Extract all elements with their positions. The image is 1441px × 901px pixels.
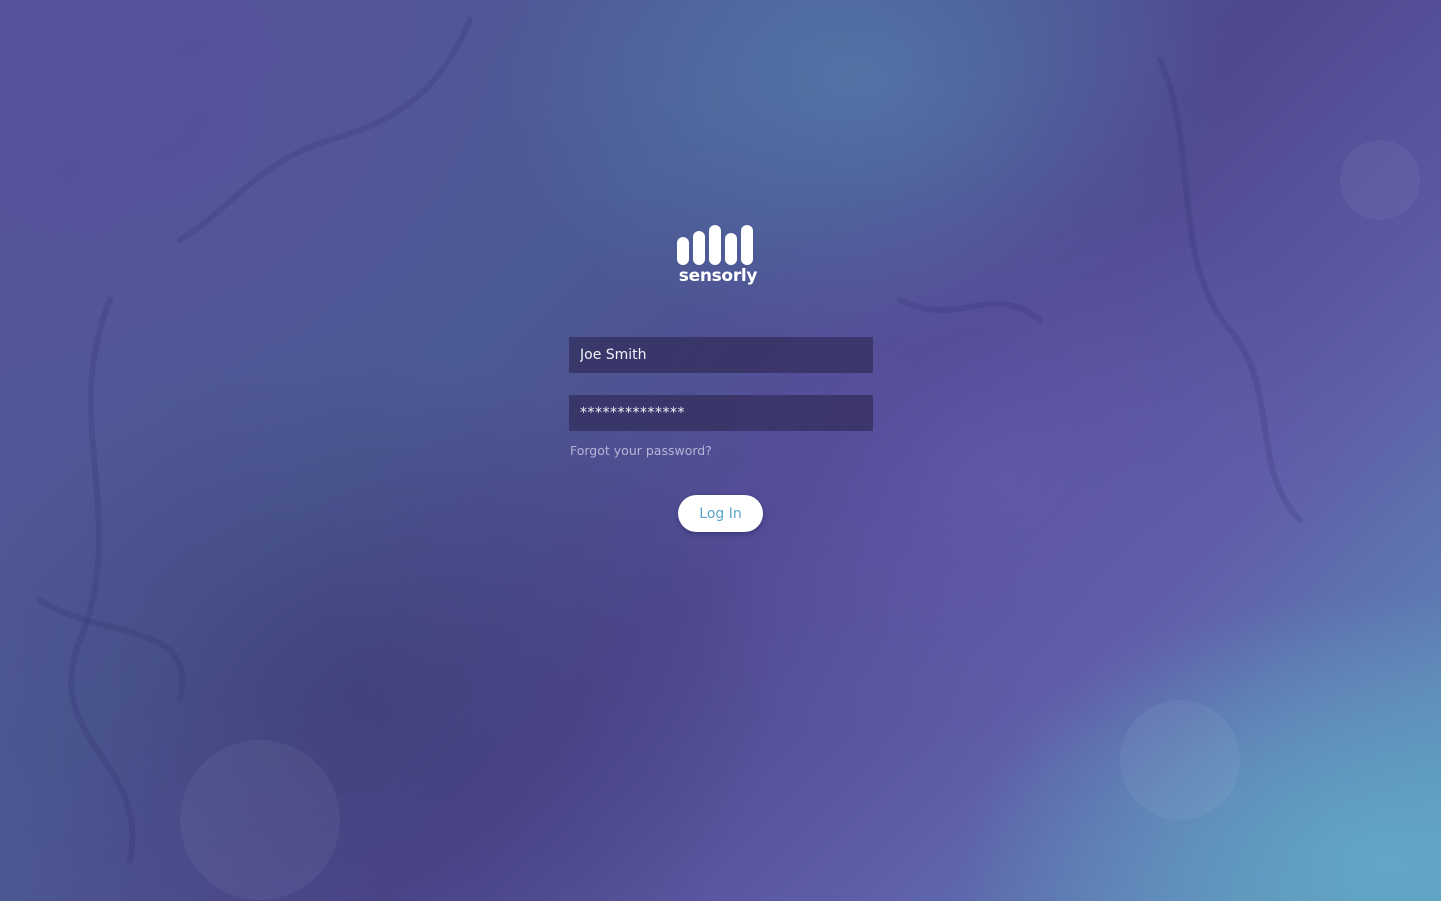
login-button[interactable]: Log In bbox=[678, 495, 763, 532]
background-texture bbox=[37, 17, 1420, 900]
brand-name: sensorly bbox=[678, 266, 758, 286]
username-input[interactable] bbox=[569, 337, 873, 373]
forgot-password-link[interactable]: Forgot your password? bbox=[570, 443, 712, 459]
signal-bars-icon bbox=[677, 225, 753, 265]
sensorly-logo: sensorly bbox=[676, 225, 760, 289]
password-input[interactable] bbox=[569, 395, 873, 431]
